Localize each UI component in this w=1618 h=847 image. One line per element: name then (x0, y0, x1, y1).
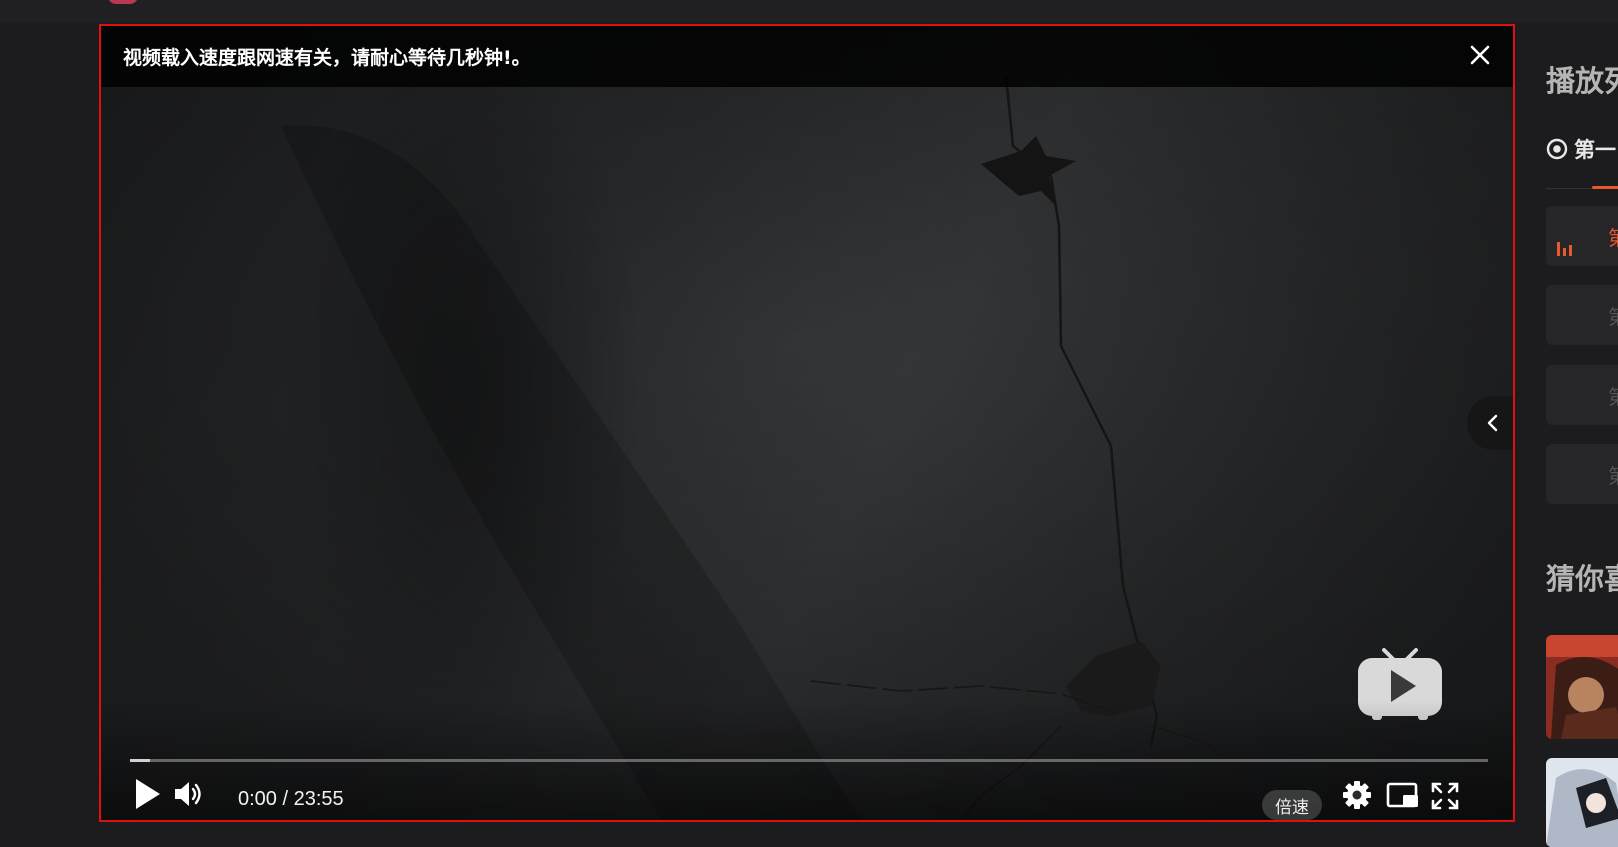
current-time: 0:00 (238, 788, 277, 810)
episode-label: 第 (1608, 460, 1618, 489)
recommend-thumbnail[interactable] (1546, 758, 1618, 847)
episode-label: 第 (1608, 381, 1618, 410)
bars-icon (1557, 242, 1572, 256)
close-icon[interactable] (1465, 40, 1495, 70)
episode-item[interactable]: 第 (1546, 285, 1618, 345)
tab-active-indicator (1592, 186, 1618, 189)
video-player[interactable]: 视频载入速度跟网速有关，请耐心等待几秒钟!。 0:00 / 23:55 倍速 (99, 24, 1515, 822)
top-navigation-bar (0, 0, 1618, 22)
recommend-cover-image (1546, 635, 1618, 739)
playlist-title: 播放列 (1546, 64, 1618, 98)
tab-source-1[interactable]: 第一 (1546, 134, 1616, 164)
episode-item[interactable]: 第 (1546, 206, 1618, 266)
picture-in-picture-icon[interactable] (1386, 781, 1420, 811)
loading-notice-bar: 视频载入速度跟网速有关，请耐心等待几秒钟!。 (101, 26, 1513, 87)
playlist-sidebar: 播放列 第一 第 第 第 第 猜你喜 (1528, 22, 1618, 847)
sidebar-toggle-button[interactable] (1467, 396, 1513, 450)
time-display: 0:00 / 23:55 (238, 788, 344, 811)
loading-notice-text: 视频载入速度跟网速有关，请耐心等待几秒钟!。 (123, 47, 531, 69)
progress-buffered (130, 759, 151, 762)
playback-speed-button[interactable]: 倍速 (1262, 790, 1322, 820)
time-separator: / (276, 788, 294, 810)
recommend-cover-image (1546, 758, 1618, 847)
settings-icon[interactable] (1341, 779, 1373, 811)
play-icon[interactable] (132, 776, 164, 812)
chevron-left-icon (1487, 414, 1498, 432)
episode-item[interactable]: 第 (1546, 444, 1618, 504)
recommend-title: 猜你喜 (1546, 562, 1618, 596)
progress-bar[interactable] (130, 759, 1488, 762)
playback-speed-label: 倍速 (1275, 797, 1309, 818)
fullscreen-icon[interactable] (1429, 780, 1461, 812)
total-time: 23:55 (293, 788, 344, 810)
episode-label: 第 (1608, 222, 1618, 251)
episode-label: 第 (1608, 301, 1618, 330)
play-circle-icon (1546, 138, 1568, 160)
site-logo[interactable] (108, 0, 138, 4)
tab-label: 第一 (1574, 138, 1616, 162)
volume-icon[interactable] (172, 778, 204, 810)
recommend-thumbnail[interactable] (1546, 635, 1618, 739)
episode-item[interactable]: 第 (1546, 365, 1618, 425)
